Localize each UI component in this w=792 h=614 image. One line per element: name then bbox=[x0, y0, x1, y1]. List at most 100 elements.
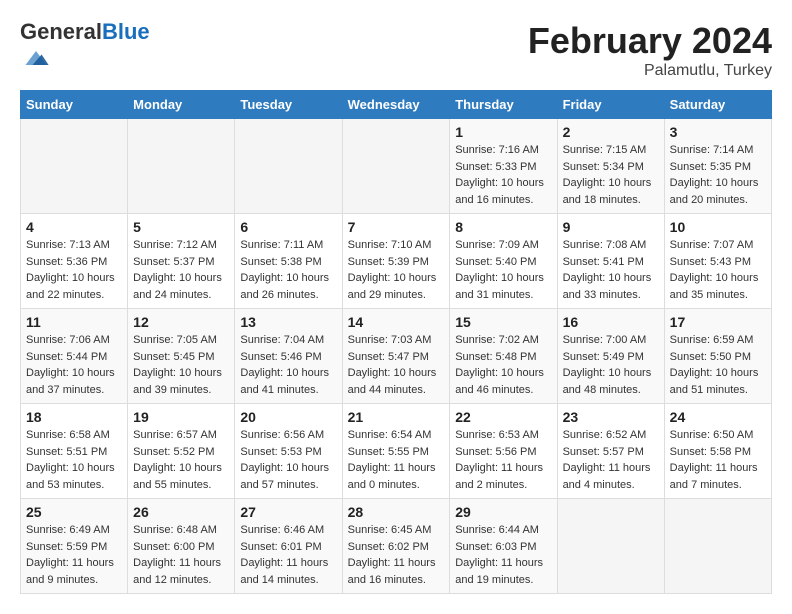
day-info: Sunrise: 7:09 AMSunset: 5:40 PMDaylight:… bbox=[455, 237, 551, 303]
calendar-cell: 4 Sunrise: 7:13 AMSunset: 5:36 PMDaylight… bbox=[21, 214, 128, 309]
day-number: 19 bbox=[133, 409, 229, 425]
day-info: Sunrise: 6:56 AMSunset: 5:53 PMDaylight:… bbox=[240, 427, 336, 493]
calendar-week-row: 1 Sunrise: 7:16 AMSunset: 5:33 PMDaylight… bbox=[21, 119, 772, 214]
logo-blue: Blue bbox=[102, 19, 150, 44]
day-number: 5 bbox=[133, 219, 229, 235]
calendar-cell: 18 Sunrise: 6:58 AMSunset: 5:51 PMDayligh… bbox=[21, 404, 128, 499]
calendar-cell: 27 Sunrise: 6:46 AMSunset: 6:01 PMDayligh… bbox=[235, 499, 342, 594]
calendar-cell: 26 Sunrise: 6:48 AMSunset: 6:00 PMDayligh… bbox=[128, 499, 235, 594]
weekday-header-wednesday: Wednesday bbox=[342, 91, 450, 119]
day-info: Sunrise: 6:44 AMSunset: 6:03 PMDaylight:… bbox=[455, 522, 551, 588]
day-info: Sunrise: 7:02 AMSunset: 5:48 PMDaylight:… bbox=[455, 332, 551, 398]
day-number: 12 bbox=[133, 314, 229, 330]
day-number: 24 bbox=[670, 409, 766, 425]
title-block: February 2024 Palamutlu, Turkey bbox=[528, 20, 772, 80]
calendar-cell: 13Sunrise: 7:04 AMSunset: 5:46 PMDayligh… bbox=[235, 309, 342, 404]
calendar-cell: 23 Sunrise: 6:52 AMSunset: 5:57 PMDayligh… bbox=[557, 404, 664, 499]
calendar-cell: 20 Sunrise: 6:56 AMSunset: 5:53 PMDayligh… bbox=[235, 404, 342, 499]
logo: GeneralBlue bbox=[20, 20, 150, 77]
day-info: Sunrise: 6:54 AMSunset: 5:55 PMDaylight:… bbox=[348, 427, 445, 493]
day-info: Sunrise: 7:05 AMSunset: 5:45 PMDaylight:… bbox=[133, 332, 229, 398]
calendar-cell: 3 Sunrise: 7:14 AMSunset: 5:35 PMDaylight… bbox=[664, 119, 771, 214]
calendar-week-row: 11 Sunrise: 7:06 AMSunset: 5:44 PMDayligh… bbox=[21, 309, 772, 404]
weekday-header-monday: Monday bbox=[128, 91, 235, 119]
calendar-cell: 15 Sunrise: 7:02 AMSunset: 5:48 PMDayligh… bbox=[450, 309, 557, 404]
calendar-cell bbox=[235, 119, 342, 214]
day-info: Sunrise: 6:52 AMSunset: 5:57 PMDaylight:… bbox=[563, 427, 659, 493]
calendar-cell: 1 Sunrise: 7:16 AMSunset: 5:33 PMDaylight… bbox=[450, 119, 557, 214]
day-info: Sunrise: 7:16 AMSunset: 5:33 PMDaylight:… bbox=[455, 142, 551, 208]
day-info: Sunrise: 7:03 AMSunset: 5:47 PMDaylight:… bbox=[348, 332, 445, 398]
day-number: 20 bbox=[240, 409, 336, 425]
calendar-cell: 12 Sunrise: 7:05 AMSunset: 5:45 PMDayligh… bbox=[128, 309, 235, 404]
calendar-week-row: 25Sunrise: 6:49 AMSunset: 5:59 PMDayligh… bbox=[21, 499, 772, 594]
day-number: 21 bbox=[348, 409, 445, 425]
day-number: 16 bbox=[563, 314, 659, 330]
day-number: 17 bbox=[670, 314, 766, 330]
calendar-cell bbox=[342, 119, 450, 214]
day-number: 7 bbox=[348, 219, 445, 235]
day-info: Sunrise: 7:08 AMSunset: 5:41 PMDaylight:… bbox=[563, 237, 659, 303]
day-number: 23 bbox=[563, 409, 659, 425]
day-number: 2 bbox=[563, 124, 659, 140]
calendar-cell: 24 Sunrise: 6:50 AMSunset: 5:58 PMDayligh… bbox=[664, 404, 771, 499]
day-number: 15 bbox=[455, 314, 551, 330]
calendar-cell: 28 Sunrise: 6:45 AMSunset: 6:02 PMDayligh… bbox=[342, 499, 450, 594]
calendar-cell: 17 Sunrise: 6:59 AMSunset: 5:50 PMDayligh… bbox=[664, 309, 771, 404]
calendar-week-row: 4 Sunrise: 7:13 AMSunset: 5:36 PMDaylight… bbox=[21, 214, 772, 309]
day-number: 1 bbox=[455, 124, 551, 140]
calendar-cell: 16 Sunrise: 7:00 AMSunset: 5:49 PMDayligh… bbox=[557, 309, 664, 404]
weekday-header-saturday: Saturday bbox=[664, 91, 771, 119]
day-info: Sunrise: 7:00 AMSunset: 5:49 PMDaylight:… bbox=[563, 332, 659, 398]
day-info: Sunrise: 6:57 AMSunset: 5:52 PMDaylight:… bbox=[133, 427, 229, 493]
day-info: Sunrise: 7:15 AMSunset: 5:34 PMDaylight:… bbox=[563, 142, 659, 208]
day-info: Sunrise: 7:13 AMSunset: 5:36 PMDaylight:… bbox=[26, 237, 122, 303]
calendar-cell: 6 Sunrise: 7:11 AMSunset: 5:38 PMDaylight… bbox=[235, 214, 342, 309]
day-info: Sunrise: 6:46 AMSunset: 6:01 PMDaylight:… bbox=[240, 522, 336, 588]
day-info: Sunrise: 7:06 AMSunset: 5:44 PMDaylight:… bbox=[26, 332, 122, 398]
day-info: Sunrise: 7:14 AMSunset: 5:35 PMDaylight:… bbox=[670, 142, 766, 208]
day-number: 26 bbox=[133, 504, 229, 520]
calendar-cell bbox=[21, 119, 128, 214]
day-info: Sunrise: 6:58 AMSunset: 5:51 PMDaylight:… bbox=[26, 427, 122, 493]
page-header: GeneralBlue February 2024 Palamutlu, Tur… bbox=[20, 20, 772, 80]
day-number: 6 bbox=[240, 219, 336, 235]
calendar-cell bbox=[557, 499, 664, 594]
day-number: 27 bbox=[240, 504, 336, 520]
day-info: Sunrise: 7:11 AMSunset: 5:38 PMDaylight:… bbox=[240, 237, 336, 303]
day-info: Sunrise: 6:45 AMSunset: 6:02 PMDaylight:… bbox=[348, 522, 445, 588]
weekday-header-sunday: Sunday bbox=[21, 91, 128, 119]
weekday-header-friday: Friday bbox=[557, 91, 664, 119]
calendar-cell: 5 Sunrise: 7:12 AMSunset: 5:37 PMDaylight… bbox=[128, 214, 235, 309]
day-info: Sunrise: 7:12 AMSunset: 5:37 PMDaylight:… bbox=[133, 237, 229, 303]
calendar-cell: 2 Sunrise: 7:15 AMSunset: 5:34 PMDaylight… bbox=[557, 119, 664, 214]
day-number: 3 bbox=[670, 124, 766, 140]
day-info: Sunrise: 6:59 AMSunset: 5:50 PMDaylight:… bbox=[670, 332, 766, 398]
calendar-cell: 29Sunrise: 6:44 AMSunset: 6:03 PMDayligh… bbox=[450, 499, 557, 594]
day-number: 9 bbox=[563, 219, 659, 235]
day-info: Sunrise: 6:48 AMSunset: 6:00 PMDaylight:… bbox=[133, 522, 229, 588]
day-info: Sunrise: 6:50 AMSunset: 5:58 PMDaylight:… bbox=[670, 427, 766, 493]
calendar-cell: 19 Sunrise: 6:57 AMSunset: 5:52 PMDayligh… bbox=[128, 404, 235, 499]
logo-general: General bbox=[20, 19, 102, 44]
logo-icon bbox=[22, 44, 50, 72]
calendar-cell: 21 Sunrise: 6:54 AMSunset: 5:55 PMDayligh… bbox=[342, 404, 450, 499]
day-number: 8 bbox=[455, 219, 551, 235]
day-info: Sunrise: 7:04 AMSunset: 5:46 PMDaylight:… bbox=[240, 332, 336, 398]
day-number: 28 bbox=[348, 504, 445, 520]
calendar-cell: 22Sunrise: 6:53 AMSunset: 5:56 PMDayligh… bbox=[450, 404, 557, 499]
weekday-header-tuesday: Tuesday bbox=[235, 91, 342, 119]
day-number: 22 bbox=[455, 409, 551, 425]
location-subtitle: Palamutlu, Turkey bbox=[528, 62, 772, 80]
calendar-header-row: SundayMondayTuesdayWednesdayThursdayFrid… bbox=[21, 91, 772, 119]
calendar-table: SundayMondayTuesdayWednesdayThursdayFrid… bbox=[20, 90, 772, 594]
calendar-cell: 14 Sunrise: 7:03 AMSunset: 5:47 PMDayligh… bbox=[342, 309, 450, 404]
calendar-cell: 7Sunrise: 7:10 AMSunset: 5:39 PMDaylight… bbox=[342, 214, 450, 309]
day-number: 10 bbox=[670, 219, 766, 235]
day-number: 18 bbox=[26, 409, 122, 425]
weekday-header-thursday: Thursday bbox=[450, 91, 557, 119]
day-number: 11 bbox=[26, 314, 122, 330]
day-number: 14 bbox=[348, 314, 445, 330]
day-number: 4 bbox=[26, 219, 122, 235]
day-info: Sunrise: 6:49 AMSunset: 5:59 PMDaylight:… bbox=[26, 522, 122, 588]
